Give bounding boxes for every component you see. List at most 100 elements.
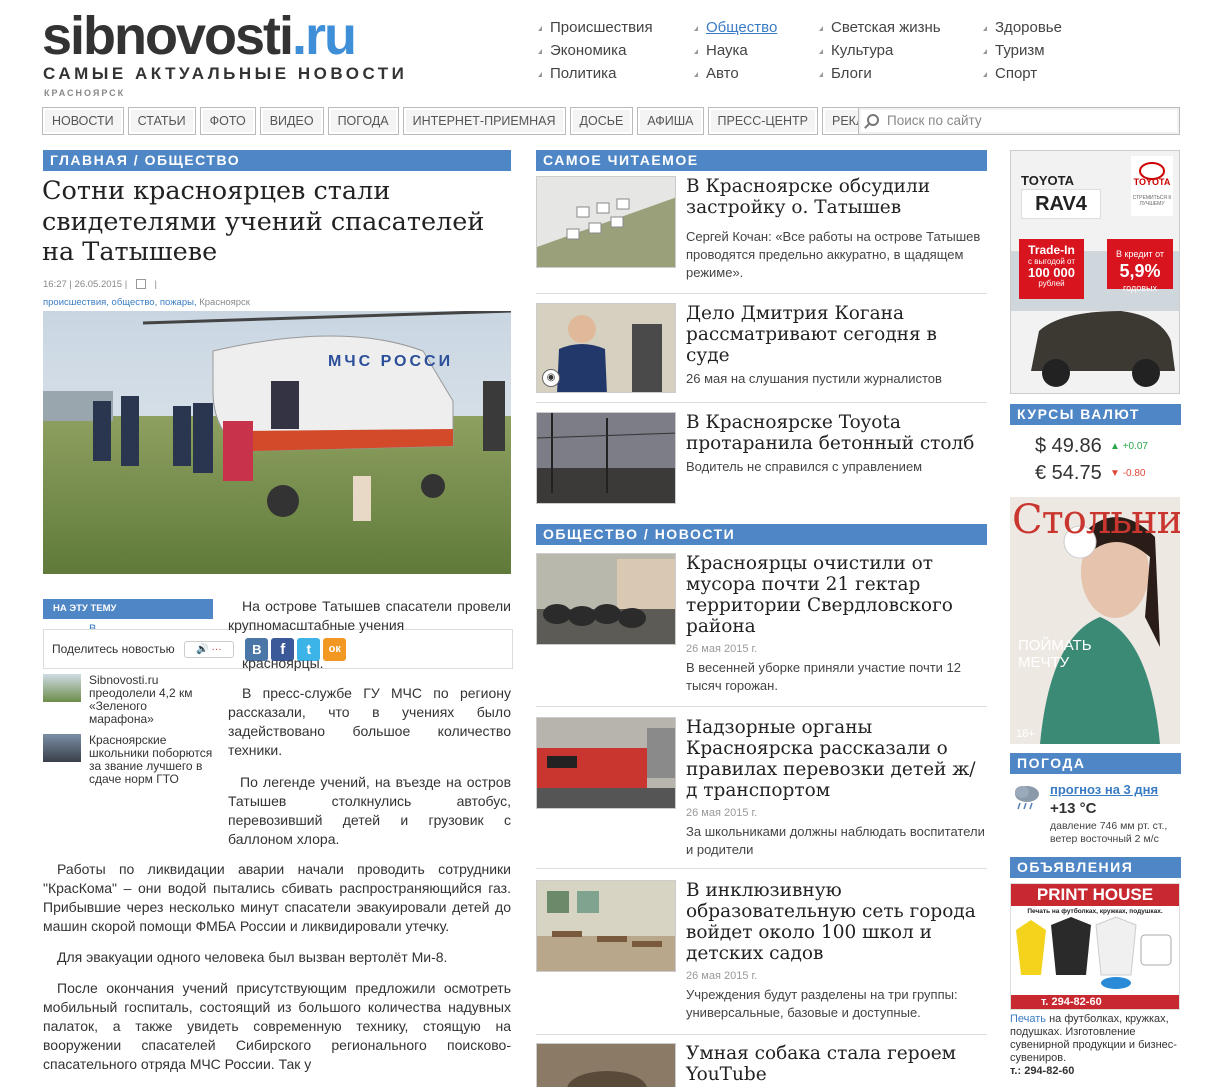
related-list: Sibnovosti.ru преодолели 4,2 км «Зеленог… [43, 674, 213, 786]
news-title[interactable]: Умная собака стала героем YouTube [686, 1043, 986, 1085]
society-news-item[interactable]: Умная собака стала героем YouTube [536, 1043, 987, 1087]
news-thumb [536, 553, 676, 645]
topnav-item[interactable]: Блоги [819, 62, 941, 85]
news-title[interactable]: Надзорные органы Красноярска рассказали … [686, 717, 986, 801]
toyota-ad-banner[interactable]: TOYOTA RAV4 TOYOTA СТРЕМИТЬСЯ К ЛУЧШЕМУ … [1010, 150, 1180, 394]
search-icon[interactable] [867, 114, 879, 126]
news-title[interactable]: Красноярцы очистили от мусора почти 21 г… [686, 553, 986, 637]
printhouse-banner[interactable]: PRINT HOUSE Печать на футболках, кружках… [1010, 883, 1180, 1010]
news-lead: Сергей Кочан: «Все работы на острове Тат… [686, 229, 981, 280]
menu-news[interactable]: НОВОСТИ [42, 107, 124, 135]
menu-articles[interactable]: СТАТЬИ [127, 107, 196, 135]
menu-dossier[interactable]: ДОСЬЕ [569, 107, 634, 135]
news-thumb [536, 412, 676, 504]
article-paragraph-tail: красноярцы. [242, 655, 324, 671]
menu-reception[interactable]: ИНТЕРНЕТ-ПРИЕМНАЯ [402, 107, 566, 135]
topnav-item[interactable]: Спорт [983, 62, 1062, 85]
related-thumb [43, 674, 81, 702]
magazine-cover-line: ПОЙМАТЬ МЕЧТУ [1018, 637, 1092, 671]
ads-header: ОБЪЯВЛЕНИЯ [1010, 857, 1181, 878]
news-lead: В весенней уборке приняли участие почти … [686, 660, 962, 693]
topnav-item[interactable]: Туризм [983, 39, 1062, 62]
divider [536, 706, 987, 707]
ad-tradein: Trade-In с выгодой от 100 000 рублей [1028, 243, 1075, 288]
news-date: 26 мая 2015 г. [686, 807, 758, 819]
topnav-item[interactable]: Здоровье [983, 16, 1062, 39]
share-label: Поделитесь новостью [52, 642, 175, 656]
topnav-item[interactable]: Происшествия [538, 16, 653, 39]
article-time: 16:27 [43, 279, 67, 290]
eur-change: ▼ -0.80 [1110, 468, 1146, 479]
magazine-title: Стольник [1012, 497, 1180, 543]
divider [536, 402, 987, 403]
article-body-top-2: красноярцы. [228, 654, 511, 685]
news-title[interactable]: В инклюзивную образовательную сеть город… [686, 880, 986, 964]
topnav-item[interactable]: Культура [819, 39, 941, 62]
currency-header: КУРСЫ ВАЛЮТ [1010, 404, 1181, 425]
article-paragraph: В пресс-службе ГУ МЧС по региону рассказ… [228, 685, 511, 758]
most-read-item[interactable]: В Красноярске Toyota протаранила бетонны… [536, 412, 987, 504]
topnav-item[interactable]: Наука [694, 39, 777, 62]
site-slogan: САМЫЕ АКТУАЛЬНЫЕ НОВОСТИ [43, 64, 408, 83]
tag-links[interactable]: происшествия, общество, пожары, [43, 297, 197, 308]
article-body-mid: В пресс-службе ГУ МЧС по региону рассказ… [228, 684, 511, 772]
news-lead: Учреждения будут разделены на три группы… [686, 987, 958, 1020]
topnav-item-active[interactable]: Общество [694, 16, 777, 39]
society-news-header: ОБЩЕСТВО / НОВОСТИ [536, 524, 987, 545]
menu-photo[interactable]: ФОТО [199, 107, 256, 135]
most-read-item[interactable]: В Красноярске обсудили застройку о. Таты… [536, 176, 987, 282]
menu-weather[interactable]: ПОГОДА [327, 107, 399, 135]
news-title[interactable]: В Красноярске обсудили застройку о. Таты… [686, 176, 986, 218]
arrow-down-icon: ▼ [1110, 468, 1120, 479]
society-news-item[interactable]: Надзорные органы Красноярска рассказали … [536, 717, 987, 859]
article-tags: происшествия, общество, пожары, Краснояр… [43, 297, 250, 308]
breadcrumb[interactable]: ГЛАВНАЯ / ОБЩЕСТВО [43, 150, 511, 171]
heli-label: МЧС РОССИ [328, 353, 453, 370]
ads-text: Печать на футболках, кружках, подушках. … [1010, 1013, 1180, 1078]
printhouse-brand: PRINT HOUSE [1011, 884, 1179, 906]
arrow-up-icon: ▲ [1110, 441, 1120, 452]
weather-temp: +13 °C [1050, 800, 1097, 817]
topnav-col-4: Здоровье Туризм Спорт [983, 16, 1062, 85]
forecast-link[interactable]: прогноз на 3 дня [1050, 782, 1158, 797]
article-paragraph: На острове Татышев спасатели провели кру… [228, 598, 511, 633]
toyota-logo: TOYOTA [1133, 177, 1171, 187]
main-menu: НОВОСТИ СТАТЬИ ФОТО ВИДЕО ПОГОДА ИНТЕРНЕ… [42, 107, 902, 135]
most-read-header: САМОЕ ЧИТАЕМОЕ [536, 150, 987, 171]
article-photo: МЧС РОССИ [43, 311, 511, 574]
share-toggle[interactable]: 🔊 ··· [183, 641, 234, 659]
news-title[interactable]: Дело Дмитрия Когана рассматривают сегодн… [686, 303, 986, 366]
eur-rate: € 54.75 [1035, 462, 1102, 484]
news-lead: Водитель не справился с управлением [686, 459, 923, 474]
menu-press[interactable]: ПРЕСС-ЦЕНТР [707, 107, 818, 135]
camera-icon: ◉ [542, 369, 560, 387]
topnav-item[interactable]: Экономика [538, 39, 653, 62]
article-date: 26.05.2015 [74, 279, 123, 290]
related-title: Sibnovosti.ru преодолели 4,2 км «Зеленог… [89, 673, 193, 726]
logo-main: sibnovosti [42, 6, 294, 66]
topnav-item[interactable]: Авто [694, 62, 777, 85]
ads-link[interactable]: Печать [1010, 1013, 1046, 1025]
society-news-item[interactable]: Красноярцы очистили от мусора почти 21 г… [536, 553, 987, 695]
topnav-item[interactable]: Светская жизнь [819, 16, 941, 39]
usd-change: ▲ +0.07 [1110, 441, 1148, 452]
related-item[interactable]: Sibnovosti.ru преодолели 4,2 км «Зеленог… [43, 674, 213, 726]
divider [536, 293, 987, 294]
ad-slogan: СТРЕМИТЬСЯ К ЛУЧШЕМУ [1132, 195, 1172, 207]
print-icon[interactable] [135, 279, 146, 290]
news-thumb [536, 1043, 676, 1087]
most-read-item[interactable]: ◉ Дело Дмитрия Когана рассматривают сего… [536, 303, 987, 393]
usd-rate: $ 49.86 [1035, 435, 1102, 457]
menu-video[interactable]: ВИДЕО [259, 107, 324, 135]
society-news-item[interactable]: В инклюзивную образовательную сеть город… [536, 880, 987, 1022]
menu-afisha[interactable]: АФИША [637, 107, 704, 135]
news-thumb [536, 717, 676, 809]
site-logo[interactable]: sibnovosti.ru [42, 6, 357, 66]
topnav-item[interactable]: Политика [538, 62, 653, 85]
magazine-banner[interactable]: Стольник ПОЙМАТЬ МЕЧТУ 18+ [1010, 497, 1180, 744]
related-thumb [43, 734, 81, 762]
article-meta: 16:27 | 26.05.2015 | | [43, 279, 157, 290]
news-title[interactable]: В Красноярске Toyota протаранила бетонны… [686, 412, 986, 454]
news-date: 26 мая 2015 г. [686, 970, 758, 982]
search-input[interactable]: Поиск по сайту [858, 107, 1180, 135]
